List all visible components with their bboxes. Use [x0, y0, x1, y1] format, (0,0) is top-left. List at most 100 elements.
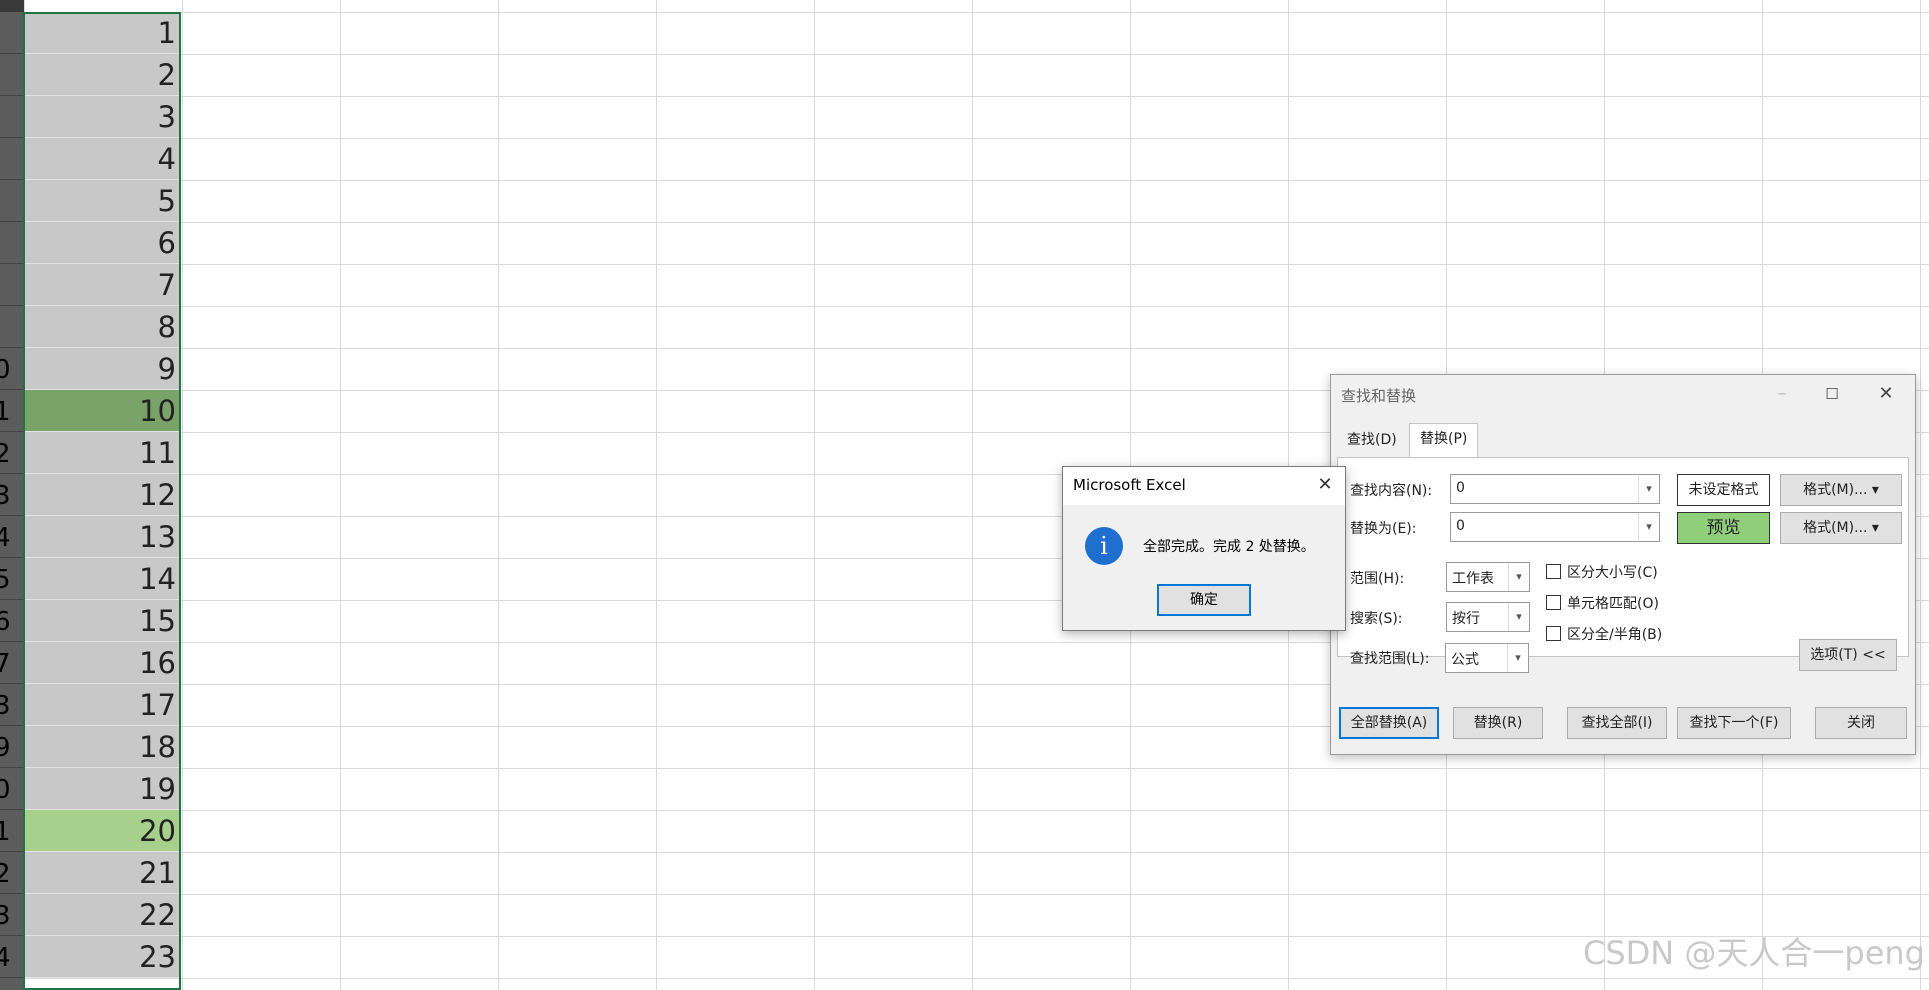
row-number[interactable]: 3: [0, 474, 24, 516]
row-number[interactable]: [0, 264, 24, 306]
cell[interactable]: 12: [24, 474, 180, 516]
search-value: 按行: [1452, 611, 1480, 627]
chevron-down-icon[interactable]: ▾: [1638, 475, 1659, 503]
scope-select[interactable]: 工作表 ▾: [1446, 562, 1530, 592]
scope-value: 工作表: [1452, 571, 1494, 587]
row-number[interactable]: [0, 306, 24, 348]
row-number[interactable]: 4: [0, 936, 24, 978]
row-number[interactable]: 1: [0, 810, 24, 852]
search-select[interactable]: 按行 ▾: [1446, 602, 1530, 632]
row-number[interactable]: [0, 54, 24, 96]
cell[interactable]: 9: [24, 348, 180, 390]
cell[interactable]: 16: [24, 642, 180, 684]
replace-button[interactable]: 替换(R): [1453, 707, 1543, 739]
row-number[interactable]: [0, 96, 24, 138]
close-button[interactable]: 关闭: [1815, 707, 1907, 739]
dialog-title: 查找和替换: [1341, 387, 1417, 405]
cell[interactable]: 6: [24, 222, 180, 264]
cell[interactable]: 5: [24, 180, 180, 222]
row-number[interactable]: 0: [0, 348, 24, 390]
cell[interactable]: 20: [24, 810, 180, 852]
row-number[interactable]: [0, 12, 24, 54]
row-number-label: 4: [0, 943, 11, 973]
cell[interactable]: 3: [24, 96, 180, 138]
tab-find[interactable]: 查找(D): [1337, 425, 1407, 455]
cell-value: 3: [157, 100, 176, 134]
replace-panel: 查找内容(N): 0 ▾ 未设定格式 格式(M)... ▾ 替换为(E): 0 …: [1337, 457, 1909, 667]
match-cell-checkbox[interactable]: 单元格匹配(O): [1546, 593, 1659, 613]
maximize-icon[interactable]: ☐: [1817, 381, 1847, 407]
row-number[interactable]: 2: [0, 852, 24, 894]
chevron-down-icon[interactable]: ▾: [1507, 644, 1528, 672]
select-all-corner[interactable]: [0, 0, 24, 12]
lookin-label: 查找范围(L):: [1350, 651, 1430, 667]
cell-value: 2: [157, 58, 176, 92]
replace-input[interactable]: 0 ▾: [1450, 512, 1660, 542]
row-number[interactable]: [0, 180, 24, 222]
cell[interactable]: 21: [24, 852, 180, 894]
row-number-label: 3: [0, 481, 11, 511]
chevron-down-icon[interactable]: ▾: [1638, 513, 1659, 541]
checkbox-box[interactable]: [1546, 564, 1561, 579]
row-number-label: 6: [0, 607, 11, 637]
cell[interactable]: 19: [24, 768, 180, 810]
cell[interactable]: 7: [24, 264, 180, 306]
row-number[interactable]: [0, 222, 24, 264]
row-number[interactable]: 2: [0, 432, 24, 474]
cell-value: 22: [139, 898, 176, 932]
find-next-button[interactable]: 查找下一个(F): [1677, 707, 1791, 739]
cell-value: 14: [139, 562, 176, 596]
row-number[interactable]: 0: [0, 768, 24, 810]
lookin-select[interactable]: 公式 ▾: [1445, 643, 1529, 673]
match-case-checkbox[interactable]: 区分大小写(C): [1546, 562, 1658, 582]
row-number[interactable]: [0, 138, 24, 180]
row-number[interactable]: 5: [0, 558, 24, 600]
options-button[interactable]: 选项(T) <<: [1799, 639, 1897, 671]
ok-button[interactable]: 确定: [1157, 584, 1251, 616]
close-icon[interactable]: ✕: [1311, 471, 1339, 499]
cell[interactable]: 18: [24, 726, 180, 768]
chevron-down-icon[interactable]: ▾: [1508, 563, 1529, 591]
cell[interactable]: 22: [24, 894, 180, 936]
checkbox-box[interactable]: [1546, 626, 1561, 641]
match-width-checkbox[interactable]: 区分全/半角(B): [1546, 624, 1662, 644]
cell[interactable]: 1: [24, 12, 180, 54]
cell-value: 16: [139, 646, 176, 680]
tab-replace[interactable]: 替换(P): [1409, 423, 1479, 458]
cell-value: 13: [139, 520, 176, 554]
cell[interactable]: 2: [24, 54, 180, 96]
cell[interactable]: 11: [24, 432, 180, 474]
cell[interactable]: 17: [24, 684, 180, 726]
replace-label: 替换为(E):: [1350, 521, 1417, 537]
row-number[interactable]: 7: [0, 642, 24, 684]
format-button-label: 格式(M)...: [1803, 520, 1868, 536]
checkbox-box[interactable]: [1546, 595, 1561, 610]
cell[interactable]: 14: [24, 558, 180, 600]
find-label: 查找内容(N):: [1350, 483, 1433, 499]
cell[interactable]: 13: [24, 516, 180, 558]
cell[interactable]: 15: [24, 600, 180, 642]
cell[interactable]: 4: [24, 138, 180, 180]
close-icon[interactable]: ✕: [1871, 381, 1901, 407]
cell[interactable]: 23: [24, 936, 180, 978]
replace-format-button[interactable]: 格式(M)... ▾: [1780, 512, 1902, 544]
message-box-title: Microsoft Excel: [1073, 476, 1186, 494]
find-format-button[interactable]: 格式(M)... ▾: [1780, 474, 1902, 506]
find-input[interactable]: 0 ▾: [1450, 474, 1660, 504]
column-a[interactable]: 1 2 3 4 5 6 7 8 9 10 11 12 13 14 15 16 17 18 19 20 21 22 23: [24, 12, 182, 990]
row-number[interactable]: 3: [0, 894, 24, 936]
cell-value: 5: [157, 184, 176, 218]
find-value: 0: [1456, 480, 1465, 496]
find-all-button[interactable]: 查找全部(I): [1567, 707, 1667, 739]
cell[interactable]: 8: [24, 306, 180, 348]
row-number[interactable]: 9: [0, 726, 24, 768]
chevron-down-icon[interactable]: ▾: [1508, 603, 1529, 631]
minimize-icon[interactable]: –: [1767, 381, 1797, 407]
row-number[interactable]: 3: [0, 684, 24, 726]
cell[interactable]: 10: [24, 390, 180, 432]
find-replace-dialog: 查找和替换 – ☐ ✕ 查找(D) 替换(P) 查找内容(N): 0 ▾ 未设定…: [1330, 374, 1916, 755]
row-number[interactable]: 4: [0, 516, 24, 558]
row-number[interactable]: 1: [0, 390, 24, 432]
row-number[interactable]: 6: [0, 600, 24, 642]
replace-all-button[interactable]: 全部替换(A): [1339, 707, 1439, 739]
